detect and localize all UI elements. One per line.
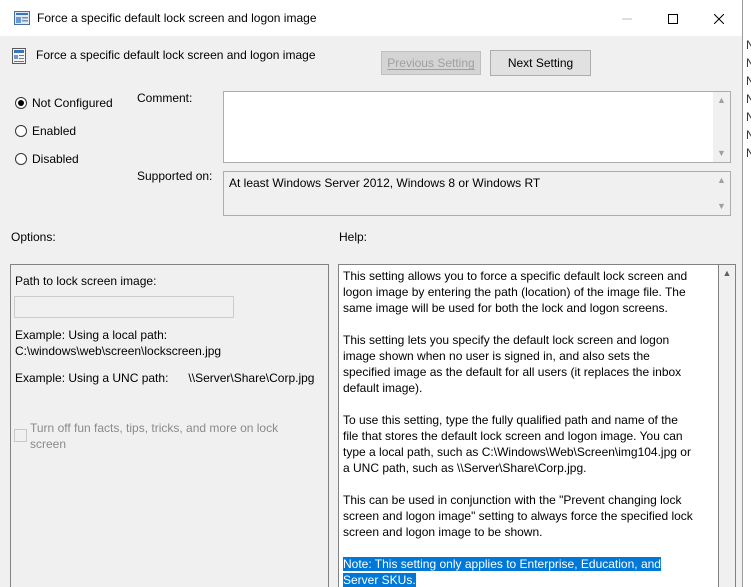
bg-letter: N (746, 110, 751, 124)
help-paragraph: This setting lets you specify the defaul… (343, 333, 682, 395)
radio-indicator (15, 153, 27, 165)
help-scrollbar[interactable]: ▲ (719, 264, 736, 587)
help-paragraph: To use this setting, type the fully qual… (343, 413, 691, 475)
radio-enabled[interactable]: Enabled (15, 123, 76, 139)
bg-letter: N (746, 128, 751, 142)
policy-setting-dialog: Force a specific default lock screen and… (0, 0, 743, 587)
title-bar[interactable]: Force a specific default lock screen and… (0, 0, 742, 36)
radio-indicator (15, 125, 27, 137)
fun-facts-checkbox[interactable] (14, 429, 27, 442)
help-panel: This setting allows you to force a speci… (338, 264, 719, 587)
options-section-label: Options: (11, 230, 56, 244)
comment-label: Comment: (137, 91, 193, 105)
policy-app-icon (14, 11, 30, 25)
bg-letter: N (746, 38, 751, 52)
close-icon (713, 13, 725, 25)
example-local-label: Example: Using a local path: (15, 328, 168, 342)
lock-screen-path-input[interactable] (14, 296, 234, 318)
scroll-down-icon[interactable]: ▼ (713, 198, 730, 215)
help-paragraph: This setting allows you to force a speci… (343, 269, 688, 315)
policy-setting-icon (12, 48, 26, 64)
background-window-edge: N N N N N N N (743, 0, 751, 587)
minimize-icon (622, 18, 632, 20)
scroll-up-icon[interactable]: ▲ (713, 92, 730, 109)
help-note-selected: Note: This setting only applies to Enter… (343, 557, 661, 587)
supported-scrollbar[interactable]: ▲ ▼ (713, 172, 730, 215)
fun-facts-checkbox-label: Turn off fun facts, tips, tricks, and mo… (30, 421, 279, 451)
supported-on-field: At least Windows Server 2012, Windows 8 … (223, 171, 731, 216)
radio-disabled-label: Disabled (32, 152, 79, 166)
window-title: Force a specific default lock screen and… (37, 11, 317, 25)
next-setting-button[interactable]: Next Setting (490, 50, 591, 76)
radio-disabled[interactable]: Disabled (15, 151, 79, 167)
maximize-icon (668, 14, 678, 25)
supported-on-value: At least Windows Server 2012, Windows 8 … (229, 176, 541, 190)
comment-textarea[interactable]: ▲ ▼ (223, 91, 731, 163)
scroll-up-icon[interactable]: ▲ (713, 172, 730, 189)
minimize-button[interactable] (604, 0, 650, 36)
scroll-up-icon[interactable]: ▲ (719, 265, 735, 282)
policy-name-heading: Force a specific default lock screen and… (36, 48, 316, 62)
next-setting-label: Next Setting (507, 56, 574, 70)
example-local-path: C:\windows\web\screen\lockscreen.jpg (15, 344, 222, 358)
help-section-label: Help: (339, 230, 368, 244)
bg-letter: N (746, 92, 751, 106)
close-button[interactable] (696, 0, 742, 36)
supported-on-label: Supported on: (137, 169, 213, 183)
radio-not-configured-label: Not Configured (32, 96, 113, 110)
radio-selected-indicator (15, 97, 27, 109)
bg-letter: N (746, 146, 751, 160)
options-panel: Path to lock screen image: Example: Usin… (10, 264, 329, 587)
previous-setting-label: Previous Setting (387, 56, 475, 70)
help-paragraph: This can be used in conjunction with the… (343, 493, 693, 539)
comment-scrollbar[interactable]: ▲ ▼ (713, 92, 730, 162)
path-label: Path to lock screen image: (15, 274, 157, 288)
scroll-down-icon[interactable]: ▼ (713, 145, 730, 162)
bg-letter: N (746, 56, 751, 70)
radio-not-configured[interactable]: Not Configured (15, 95, 113, 111)
bg-letter: N (746, 74, 751, 88)
example-unc-path: Example: Using a UNC path: \\Server\Shar… (15, 371, 315, 385)
maximize-button[interactable] (650, 0, 696, 36)
help-text: This setting allows you to force a speci… (343, 268, 693, 587)
radio-enabled-label: Enabled (32, 124, 77, 138)
previous-setting-button[interactable]: Previous Setting (381, 51, 481, 75)
comment-value (224, 92, 730, 98)
